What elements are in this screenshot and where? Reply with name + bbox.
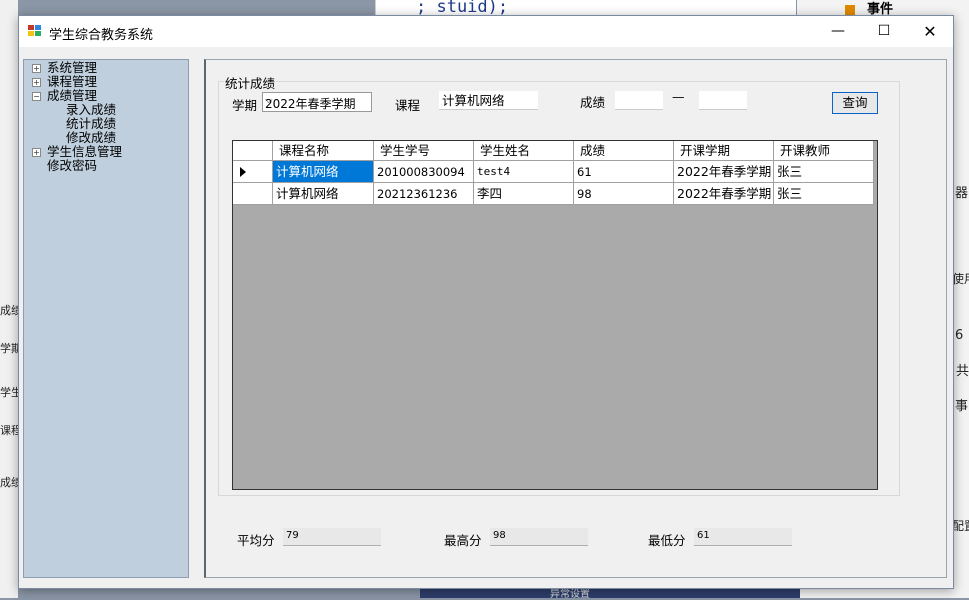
orange-marker-icon xyxy=(845,4,855,15)
tree-item-student-info[interactable]: + 学生信息管理 xyxy=(24,145,184,159)
groupbox-title: 统计成绩 xyxy=(224,73,277,92)
grid-header-row: 课程名称 学生学号 学生姓名 成绩 开课学期 开课教师 xyxy=(233,141,874,161)
score-max-input[interactable] xyxy=(699,91,747,110)
max-label: 最高分 xyxy=(444,533,482,548)
column-header[interactable]: 成绩 xyxy=(574,141,674,161)
min-value: 61 xyxy=(694,528,792,546)
tree-item-enter-grades[interactable]: 录入成绩 xyxy=(66,103,116,117)
score-min-input[interactable] xyxy=(615,91,663,110)
minimize-button[interactable]: — xyxy=(815,16,861,47)
bg-fragment: 6 xyxy=(955,328,964,343)
expand-icon[interactable]: + xyxy=(32,148,41,157)
score-range-dash: — xyxy=(672,89,685,104)
content-panel: 统计成绩 学期 2022年春季学期 ⌵ 课程 计算机网络 成绩 — 查询 课程名… xyxy=(204,59,947,578)
column-header[interactable]: 学生姓名 xyxy=(474,141,574,161)
table-cell[interactable]: 201000830094 xyxy=(374,161,474,183)
table-cell[interactable]: 张三 xyxy=(774,161,874,183)
title-bar[interactable]: 学生综合教务系统 — ☐ ✕ xyxy=(19,16,953,47)
table-cell[interactable]: 张三 xyxy=(774,183,874,205)
term-label: 学期 xyxy=(232,98,258,113)
background-left-panel: 成绩 学期 学生 课程 成绩 xyxy=(0,0,22,598)
table-row[interactable]: 计算机网络 201000830094 test4 61 2022年春季学期 张三 xyxy=(233,161,874,183)
column-header[interactable]: 开课教师 xyxy=(774,141,874,161)
expand-icon[interactable]: + xyxy=(32,78,41,87)
max-value: 98 xyxy=(490,528,588,546)
table-cell[interactable]: 李四 xyxy=(474,183,574,205)
window-title: 学生综合教务系统 xyxy=(49,28,154,43)
maximize-button[interactable]: ☐ xyxy=(861,16,907,47)
table-cell[interactable]: test4 xyxy=(474,161,574,183)
tree-item-grade-stats[interactable]: 统计成绩 xyxy=(66,117,116,131)
bg-fragment: 使用 xyxy=(952,272,969,286)
course-input[interactable]: 计算机网络 xyxy=(439,91,538,110)
score-label: 成绩 xyxy=(580,95,606,110)
query-button[interactable]: 查询 xyxy=(832,92,878,114)
nav-tree: + 系统管理 + 课程管理 − 成绩管理 录入成绩 统计成绩 修改成绩 + 学生… xyxy=(23,59,189,578)
column-header[interactable]: 开课学期 xyxy=(674,141,774,161)
table-cell[interactable]: 20212361236 xyxy=(374,183,474,205)
average-value: 79 xyxy=(283,528,381,546)
results-grid[interactable]: 课程名称 学生学号 学生姓名 成绩 开课学期 开课教师 计算机网络 201000… xyxy=(232,140,878,490)
column-header[interactable]: 学生学号 xyxy=(374,141,474,161)
grid-corner-cell[interactable] xyxy=(233,141,273,161)
table-cell[interactable]: 98 xyxy=(574,183,674,205)
row-header-cell[interactable] xyxy=(233,183,273,205)
term-select[interactable]: 2022年春季学期 ⌵ xyxy=(262,92,372,112)
expand-icon[interactable]: + xyxy=(32,64,41,73)
collapse-icon[interactable]: − xyxy=(32,92,41,101)
course-label: 课程 xyxy=(395,98,421,113)
main-window: 学生综合教务系统 — ☐ ✕ + 系统管理 + 课程管理 − 成绩管理 录入成绩… xyxy=(18,15,954,589)
bg-fragment: 事 xyxy=(955,399,969,414)
chevron-down-icon[interactable]: ⌵ xyxy=(265,95,368,106)
table-cell[interactable]: 计算机网络 xyxy=(273,161,374,183)
average-label: 平均分 xyxy=(237,533,275,548)
tree-item-course[interactable]: + 课程管理 xyxy=(24,75,184,89)
table-row[interactable]: 计算机网络 20212361236 李四 98 2022年春季学期 张三 xyxy=(233,183,874,205)
column-header[interactable]: 课程名称 xyxy=(273,141,374,161)
bg-fragment: 配置 xyxy=(952,519,969,533)
app-icon xyxy=(28,25,42,37)
bg-fragment: 共 xyxy=(956,364,969,379)
tree-item-edit-grades[interactable]: 修改成绩 xyxy=(66,131,116,145)
min-label: 最低分 xyxy=(648,533,686,548)
close-button[interactable]: ✕ xyxy=(907,16,953,47)
table-cell[interactable]: 计算机网络 xyxy=(273,183,374,205)
table-cell[interactable]: 2022年春季学期 xyxy=(674,161,774,183)
tree-item-change-password[interactable]: 修改密码 xyxy=(47,159,97,173)
tree-item-system[interactable]: + 系统管理 xyxy=(24,61,184,75)
row-header-cell[interactable] xyxy=(233,161,273,183)
bg-fragment: 器 xyxy=(955,186,969,201)
table-cell[interactable]: 61 xyxy=(574,161,674,183)
table-cell[interactable]: 2022年春季学期 xyxy=(674,183,774,205)
current-row-indicator-icon xyxy=(240,167,246,177)
tree-item-grades[interactable]: − 成绩管理 xyxy=(24,89,184,103)
